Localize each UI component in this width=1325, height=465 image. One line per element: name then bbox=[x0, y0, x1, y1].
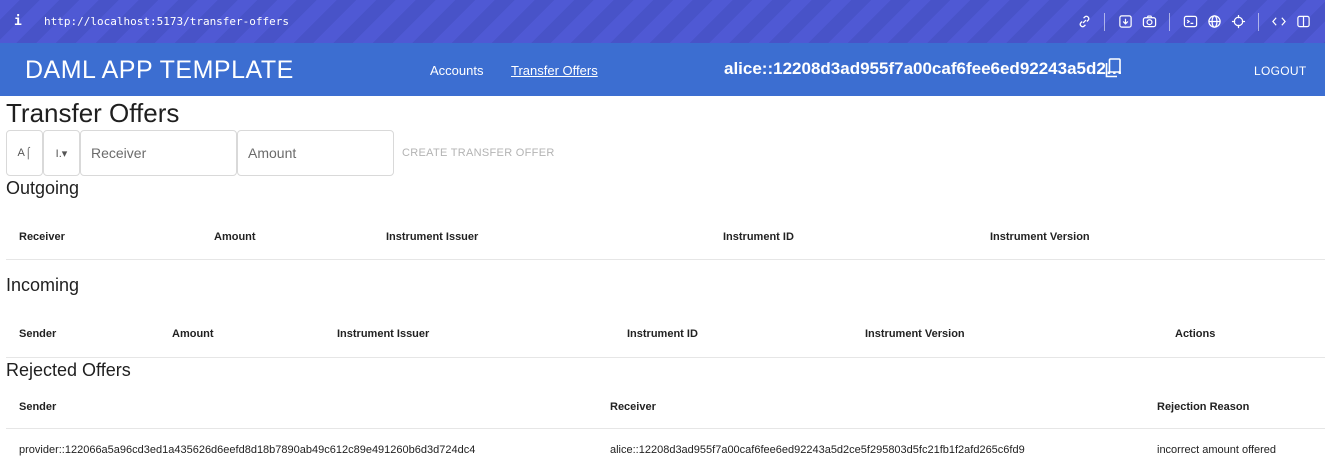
receiver-input[interactable] bbox=[91, 145, 236, 161]
incoming-table-header: Sender Amount Instrument Issuer Instrume… bbox=[6, 305, 1325, 358]
rejected-offers-title: Rejected Offers bbox=[6, 360, 131, 380]
table-row: provider::122066a5a96cd3ed1a435626d6eefd… bbox=[6, 429, 1325, 465]
info-icon[interactable]: i bbox=[14, 14, 36, 29]
rejected-table-header: Sender Receiver Rejection Reason bbox=[6, 385, 1325, 429]
terminal-icon[interactable] bbox=[1178, 0, 1202, 43]
rejected-sender-cell: provider::122066a5a96cd3ed1a435626d6eefd… bbox=[19, 444, 476, 456]
instrument-select-value: I.▾ bbox=[55, 147, 68, 160]
column-header[interactable]: Actions bbox=[1175, 328, 1215, 340]
sidebar-icon[interactable] bbox=[1291, 0, 1315, 43]
column-header[interactable]: Instrument Issuer bbox=[337, 328, 429, 340]
globe-icon[interactable] bbox=[1202, 0, 1226, 43]
page-title: Transfer Offers bbox=[6, 98, 180, 128]
column-header[interactable]: Instrument Issuer bbox=[386, 231, 478, 243]
browser-toolbar-icons bbox=[1072, 0, 1315, 43]
app-title: DAML APP TEMPLATE bbox=[25, 56, 294, 84]
column-header[interactable]: Instrument ID bbox=[723, 231, 794, 243]
receiver-field[interactable] bbox=[80, 130, 237, 176]
column-header[interactable]: Receiver bbox=[610, 401, 656, 413]
toolbar-divider bbox=[1104, 12, 1105, 31]
outgoing-table-header: Receiver Amount Instrument Issuer Instru… bbox=[6, 210, 1325, 260]
nav-accounts-link[interactable]: Accounts bbox=[430, 63, 483, 78]
instrument-select[interactable]: I.▾ bbox=[43, 130, 80, 176]
logout-button[interactable]: LOGOUT bbox=[1254, 64, 1306, 78]
code-icon[interactable] bbox=[1267, 0, 1291, 43]
column-header[interactable]: Instrument ID bbox=[627, 328, 698, 340]
link-icon[interactable] bbox=[1072, 0, 1096, 43]
party-id: alice::12208d3ad955f7a00caf6fee6ed92243a… bbox=[724, 59, 1123, 78]
amount-field[interactable] bbox=[237, 130, 394, 176]
column-header[interactable]: Instrument Version bbox=[865, 328, 965, 340]
column-header[interactable]: Amount bbox=[172, 328, 214, 340]
column-header[interactable]: Receiver bbox=[19, 231, 65, 243]
account-select-value: A⌠ bbox=[17, 147, 32, 159]
copy-icon[interactable] bbox=[1105, 58, 1121, 78]
download-icon[interactable] bbox=[1113, 0, 1137, 43]
rejection-reason-cell: incorrect amount offered bbox=[1157, 444, 1277, 456]
column-header[interactable]: Amount bbox=[214, 231, 256, 243]
toolbar-divider bbox=[1258, 12, 1259, 31]
outgoing-title: Outgoing bbox=[6, 178, 80, 198]
incoming-title: Incoming bbox=[6, 275, 80, 295]
column-header[interactable]: Instrument Version bbox=[990, 231, 1090, 243]
column-header[interactable]: Rejection Reason bbox=[1157, 401, 1249, 413]
create-transfer-offer-button[interactable]: CREATE TRANSFER OFFER bbox=[394, 130, 555, 176]
create-offer-form: A⌠ I.▾ CREATE TRANSFER OFFER bbox=[6, 130, 555, 176]
nav-transfer-offers-link[interactable]: Transfer Offers bbox=[511, 63, 598, 78]
rejected-receiver-cell: alice::12208d3ad955f7a00caf6fee6ed92243a… bbox=[610, 444, 1025, 456]
address-bar-url[interactable]: http://localhost:5173/transfer-offers bbox=[44, 15, 289, 28]
crosshair-icon[interactable] bbox=[1226, 0, 1250, 43]
app-header: DAML APP TEMPLATE Accounts Transfer Offe… bbox=[0, 43, 1325, 96]
amount-input[interactable] bbox=[248, 145, 393, 161]
toolbar-divider bbox=[1169, 12, 1170, 31]
account-select[interactable]: A⌠ bbox=[6, 130, 43, 176]
browser-bar: i http://localhost:5173/transfer-offers bbox=[0, 0, 1325, 43]
camera-icon[interactable] bbox=[1137, 0, 1161, 43]
column-header[interactable]: Sender bbox=[19, 328, 56, 340]
column-header[interactable]: Sender bbox=[19, 401, 56, 413]
